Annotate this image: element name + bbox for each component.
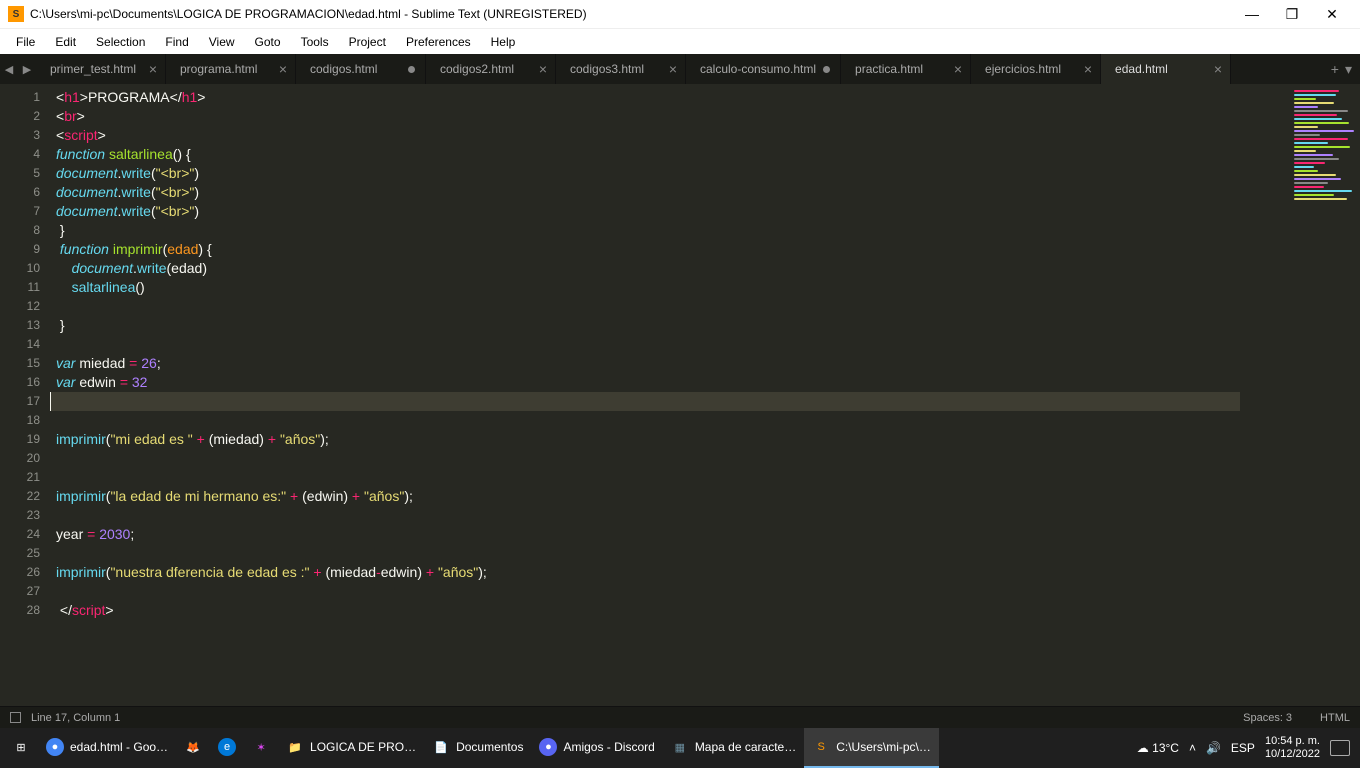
menu-bar: FileEditSelectionFindViewGotoToolsProjec…: [0, 28, 1360, 54]
taskbar-item[interactable]: ● edad.html - Goo…: [38, 728, 176, 768]
taskbar-item[interactable]: S C:\Users\mi-pc\…: [804, 728, 939, 768]
taskbar-app-icon: 📁: [286, 738, 304, 756]
menu-tools[interactable]: Tools: [291, 32, 339, 52]
close-tab-icon[interactable]: ×: [669, 61, 677, 77]
dirty-dot-icon: [823, 66, 830, 73]
tab-edad-html[interactable]: edad.html ×: [1101, 54, 1231, 84]
indentation-status[interactable]: Spaces: 3: [1243, 712, 1292, 724]
notifications-icon[interactable]: [1330, 740, 1350, 756]
tab-codigos3-html[interactable]: codigos3.html ×: [556, 54, 686, 84]
taskbar-item[interactable]: ▦ Mapa de caracte…: [663, 728, 804, 768]
taskbar-label: C:\Users\mi-pc\…: [836, 740, 931, 754]
taskbar-app-icon: ●: [46, 738, 64, 756]
taskbar-app-icon: 📄: [432, 738, 450, 756]
app-icon: S: [8, 6, 24, 22]
menu-edit[interactable]: Edit: [45, 32, 86, 52]
menu-selection[interactable]: Selection: [86, 32, 155, 52]
tab-label: ejercicios.html: [985, 62, 1061, 76]
tab-programa-html[interactable]: programa.html ×: [166, 54, 296, 84]
tab-ejercicios-html[interactable]: ejercicios.html ×: [971, 54, 1101, 84]
close-tab-icon[interactable]: ×: [279, 61, 287, 77]
minimize-button[interactable]: —: [1232, 0, 1272, 28]
clock[interactable]: 10:54 p. m. 10/12/2022: [1265, 735, 1320, 761]
taskbar-app-icon: ▦: [671, 738, 689, 756]
tab-label: practica.html: [855, 62, 923, 76]
menu-find[interactable]: Find: [155, 32, 198, 52]
taskbar-app-icon: ✶: [252, 738, 270, 756]
tab-codigos2-html[interactable]: codigos2.html ×: [426, 54, 556, 84]
taskbar-item[interactable]: ● Amigos - Discord: [531, 728, 662, 768]
taskbar-item[interactable]: ⊞: [4, 728, 38, 768]
menu-goto[interactable]: Goto: [245, 32, 291, 52]
tab-label: programa.html: [180, 62, 257, 76]
tab-bar: ◀ ▶ primer_test.html×programa.html×codig…: [0, 54, 1360, 84]
menu-help[interactable]: Help: [481, 32, 526, 52]
tab-label: codigos3.html: [570, 62, 644, 76]
taskbar-label: LOGICA DE PRO…: [310, 740, 416, 754]
close-tab-icon[interactable]: ×: [149, 61, 157, 77]
taskbar-item[interactable]: 📁 LOGICA DE PRO…: [278, 728, 424, 768]
tab-primer_test-html[interactable]: primer_test.html ×: [36, 54, 166, 84]
taskbar-item[interactable]: ✶: [244, 728, 278, 768]
panel-switcher-icon[interactable]: [10, 712, 21, 723]
tab-prev-icon[interactable]: ◀: [0, 54, 18, 84]
taskbar-label: edad.html - Goo…: [70, 740, 168, 754]
close-tab-icon[interactable]: ×: [954, 61, 962, 77]
tab-label: edad.html: [1115, 62, 1168, 76]
taskbar-app-icon: ⊞: [12, 738, 30, 756]
menu-project[interactable]: Project: [339, 32, 396, 52]
code-content[interactable]: <h1>PROGRAMA</h1><br><script>function sa…: [50, 84, 1240, 706]
tab-label: calculo-consumo.html: [700, 62, 816, 76]
volume-icon[interactable]: 🔊: [1206, 741, 1221, 755]
close-tab-icon[interactable]: ×: [1084, 61, 1092, 77]
tab-codigos-html[interactable]: codigos.html: [296, 54, 426, 84]
tab-practica-html[interactable]: practica.html ×: [841, 54, 971, 84]
dirty-dot-icon: [408, 66, 415, 73]
taskbar-item[interactable]: 🦊: [176, 728, 210, 768]
maximize-button[interactable]: ❐: [1272, 0, 1312, 28]
minimap[interactable]: [1240, 84, 1360, 706]
windows-taskbar: ⊞ ● edad.html - Goo… 🦊 e ✶ 📁 LOGICA DE PRO… 📄 Doc…: [0, 728, 1360, 768]
taskbar-label: Documentos: [456, 740, 523, 754]
editor-area[interactable]: 1234567891011121314151617181920212223242…: [0, 84, 1360, 706]
language-indicator[interactable]: ESP: [1231, 741, 1255, 755]
cursor-position: Line 17, Column 1: [31, 712, 120, 724]
close-tab-icon[interactable]: ×: [539, 61, 547, 77]
close-tab-icon[interactable]: ×: [1214, 61, 1222, 77]
tab-label: codigos2.html: [440, 62, 514, 76]
weather-widget[interactable]: ☁ 13°C: [1137, 741, 1179, 755]
taskbar-app-icon: e: [218, 738, 236, 756]
menu-preferences[interactable]: Preferences: [396, 32, 481, 52]
syntax-status[interactable]: HTML: [1320, 712, 1350, 724]
line-number-gutter: 1234567891011121314151617181920212223242…: [0, 84, 50, 706]
tab-menu-icon[interactable]: ▾: [1345, 61, 1352, 78]
menu-file[interactable]: File: [6, 32, 45, 52]
tab-label: primer_test.html: [50, 62, 136, 76]
taskbar-label: Mapa de caracte…: [695, 740, 796, 754]
taskbar-app-icon: S: [812, 738, 830, 756]
taskbar-item[interactable]: 📄 Documentos: [424, 728, 531, 768]
taskbar-item[interactable]: e: [210, 728, 244, 768]
window-titlebar: S C:\Users\mi-pc\Documents\LOGICA DE PRO…: [0, 0, 1360, 28]
system-tray: ☁ 13°C ˄ 🔊 ESP 10:54 p. m. 10/12/2022: [1137, 735, 1356, 761]
tab-next-icon[interactable]: ▶: [18, 54, 36, 84]
tab-calculo-consumo-html[interactable]: calculo-consumo.html: [686, 54, 841, 84]
taskbar-app-icon: ●: [539, 738, 557, 756]
tab-label: codigos.html: [310, 62, 377, 76]
close-button[interactable]: ✕: [1312, 0, 1352, 28]
new-tab-button[interactable]: +: [1331, 61, 1339, 77]
menu-view[interactable]: View: [199, 32, 245, 52]
status-bar: Line 17, Column 1 Spaces: 3 HTML: [0, 706, 1360, 728]
taskbar-app-icon: 🦊: [184, 738, 202, 756]
taskbar-label: Amigos - Discord: [563, 740, 654, 754]
window-title: C:\Users\mi-pc\Documents\LOGICA DE PROGR…: [30, 7, 1232, 21]
tray-chevron-icon[interactable]: ˄: [1189, 741, 1196, 755]
